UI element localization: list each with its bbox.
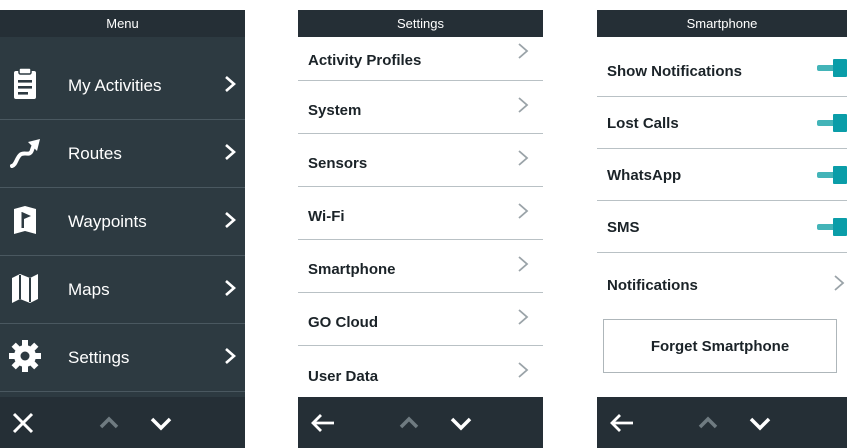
- menu-screen: Menu My Activities Routes Waypoints Maps…: [0, 10, 245, 448]
- toggle-label: Lost Calls: [607, 115, 679, 132]
- map-icon: [8, 271, 42, 305]
- settings-item-label: Wi-Fi: [308, 208, 345, 225]
- settings-item-label: System: [308, 102, 362, 119]
- smartphone-screen: Smartphone Show Notifications Lost Calls…: [597, 10, 847, 448]
- chevron-right-icon: [223, 142, 237, 162]
- settings-screen: Activity Profiles System Sensors Wi-Fi S…: [298, 10, 543, 448]
- back-arrow-icon[interactable]: [306, 406, 340, 440]
- chevron-up-icon[interactable]: [691, 406, 725, 440]
- settings-item-go-cloud[interactable]: GO Cloud: [298, 293, 543, 346]
- close-icon[interactable]: [6, 406, 40, 440]
- chevron-down-icon[interactable]: [743, 406, 777, 440]
- menu-item-label: Routes: [68, 143, 122, 163]
- bottom-bar: [597, 397, 847, 448]
- chevron-right-icon: [223, 278, 237, 298]
- menu-item-waypoints[interactable]: Waypoints: [0, 188, 245, 256]
- bottom-bar: [298, 397, 543, 448]
- toggle-label: Show Notifications: [607, 63, 742, 80]
- settings-item-system[interactable]: System: [298, 81, 543, 134]
- back-arrow-icon[interactable]: [605, 406, 639, 440]
- toggle-knob: [833, 114, 847, 132]
- menu-item-maps[interactable]: Maps: [0, 256, 245, 324]
- menu-item-settings[interactable]: Settings: [0, 324, 245, 392]
- toggle-row-lost-calls[interactable]: Lost Calls: [597, 97, 847, 149]
- chevron-right-icon: [833, 273, 845, 293]
- waypoint-flag-icon: [8, 203, 42, 237]
- settings-item-label: Activity Profiles: [308, 52, 422, 69]
- toggle-knob: [833, 218, 847, 236]
- route-icon: [8, 135, 42, 169]
- toggle-row-show-notifications[interactable]: Show Notifications: [597, 45, 847, 97]
- chevron-right-icon: [517, 95, 529, 115]
- chevron-up-icon[interactable]: [392, 406, 426, 440]
- menu-item-label: Waypoints: [68, 211, 147, 231]
- notifications-label: Notifications: [607, 277, 698, 294]
- menu-item-routes[interactable]: Routes: [0, 120, 245, 188]
- gear-icon: [8, 339, 42, 373]
- toggle-label: WhatsApp: [607, 167, 682, 184]
- settings-item-user-data[interactable]: User Data: [298, 346, 543, 399]
- toggle-switch[interactable]: [817, 166, 847, 184]
- chevron-right-icon: [517, 148, 529, 168]
- toggle-knob: [833, 59, 847, 77]
- toggle-knob: [833, 166, 847, 184]
- settings-item-wifi[interactable]: Wi-Fi: [298, 187, 543, 240]
- settings-item-label: Sensors: [308, 155, 368, 172]
- settings-item-sensors[interactable]: Sensors: [298, 134, 543, 187]
- chevron-right-icon: [223, 210, 237, 230]
- bottom-bar: [0, 397, 245, 448]
- menu-item-label: Maps: [68, 279, 110, 299]
- forget-smartphone-button[interactable]: Forget Smartphone: [603, 319, 837, 373]
- toggle-row-sms[interactable]: SMS: [597, 201, 847, 253]
- chevron-right-icon: [517, 41, 529, 61]
- clipboard-icon: [8, 67, 42, 101]
- toggle-row-whatsapp[interactable]: WhatsApp: [597, 149, 847, 201]
- toggle-switch[interactable]: [817, 114, 847, 132]
- settings-item-label: Smartphone: [308, 261, 396, 278]
- chevron-right-icon: [517, 307, 529, 327]
- chevron-right-icon: [517, 360, 529, 380]
- smartphone-title: Smartphone: [597, 10, 847, 37]
- chevron-right-icon: [517, 201, 529, 221]
- chevron-right-icon: [223, 346, 237, 366]
- menu-item-label: My Activities: [68, 75, 162, 95]
- settings-item-activity-profiles[interactable]: Activity Profiles: [298, 37, 543, 81]
- toggle-switch[interactable]: [817, 218, 847, 236]
- menu-item-label: Settings: [68, 347, 130, 367]
- toggle-label: SMS: [607, 219, 640, 236]
- chevron-down-icon[interactable]: [144, 406, 178, 440]
- settings-item-label: GO Cloud: [308, 314, 378, 331]
- chevron-right-icon: [517, 254, 529, 274]
- settings-item-label: User Data: [308, 368, 379, 385]
- chevron-right-icon: [223, 74, 237, 94]
- chevron-down-icon[interactable]: [444, 406, 478, 440]
- notifications-item[interactable]: Notifications: [597, 253, 847, 310]
- settings-item-smartphone[interactable]: Smartphone: [298, 240, 543, 293]
- menu-item-my-activities[interactable]: My Activities: [0, 52, 245, 120]
- toggle-switch[interactable]: [817, 59, 847, 77]
- settings-title: Settings: [298, 10, 543, 37]
- menu-title: Menu: [0, 10, 245, 37]
- chevron-up-icon[interactable]: [92, 406, 126, 440]
